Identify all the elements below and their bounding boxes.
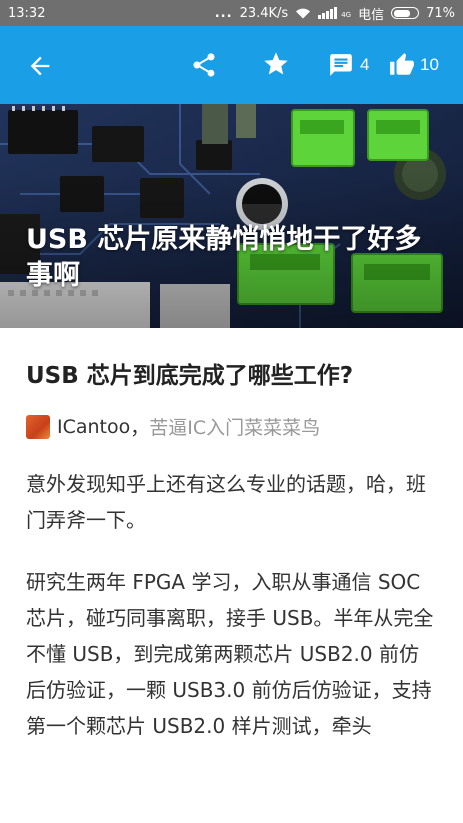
status-time: 13:32 (8, 5, 46, 21)
like-button[interactable]: 10 (389, 50, 439, 80)
author-bio: 苦逼IC入门菜菜菜鸟 (149, 417, 321, 439)
answer-paragraph: 研究生两年 FPGA 学习，入职从事通信 SOC 芯片，碰巧同事离职，接手 US… (26, 570, 434, 738)
article-body: USB 芯片到底完成了哪些工作? ICantoo ， 苦逼IC入门菜菜菜鸟 意外… (26, 328, 438, 744)
comment-button[interactable]: 4 (328, 50, 369, 80)
network-speed: 23.4K/s (239, 5, 289, 21)
network-type: 4G (341, 11, 352, 19)
like-count: 10 (420, 55, 439, 74)
status-bar: 13:32 ... 23.4K/s 4G 电信 71% (0, 0, 463, 26)
wifi-icon (296, 8, 311, 19)
back-arrow-icon[interactable] (26, 52, 54, 80)
comment-count: 4 (360, 55, 370, 74)
signal-group: 4G (318, 7, 351, 19)
carrier-name: 电信 (358, 7, 385, 23)
author-name[interactable]: ICantoo (57, 416, 130, 438)
star-icon[interactable] (262, 50, 290, 78)
hero-overlay (0, 104, 463, 328)
status-right: ... 23.4K/s 4G 电信 71% (215, 4, 455, 23)
hero-title: USB 芯片原来静悄悄地干了好多事啊 (26, 224, 422, 291)
signal-icon (318, 7, 338, 19)
author-row[interactable]: ICantoo ， 苦逼IC入门菜菜菜鸟 (26, 413, 438, 440)
share-icon[interactable] (190, 51, 218, 79)
answer-paragraph: 意外发现知乎上还有这么专业的话题，哈，班门弄斧一下。 (26, 472, 426, 532)
battery-icon (391, 7, 420, 19)
app-bar: 4 10 (0, 26, 463, 104)
author-separator: ， (130, 417, 150, 439)
comment-icon (330, 54, 352, 76)
status-dots: ... (214, 5, 233, 21)
question-title[interactable]: USB 芯片到底完成了哪些工作? (26, 360, 438, 392)
thumbs-up-icon (390, 53, 414, 75)
avatar[interactable] (26, 414, 50, 439)
battery-percent: 71% (426, 5, 455, 21)
hero-banner: USB 芯片原来静悄悄地干了好多事啊 (0, 104, 463, 328)
